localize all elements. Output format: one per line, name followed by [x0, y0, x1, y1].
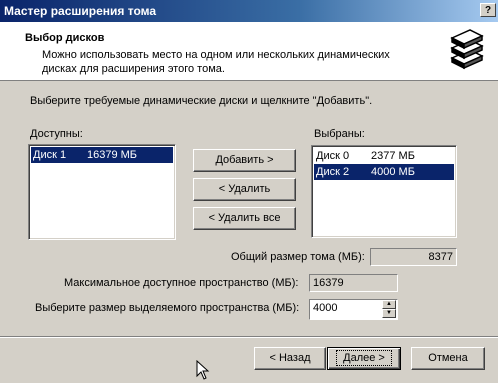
next-button-label: Далее >	[336, 350, 392, 366]
title-bar: Мастер расширения тома ?	[0, 0, 498, 22]
wizard-header: Выбор дисков Можно использовать место на…	[0, 22, 498, 81]
selected-disks-list[interactable]: Диск 0 2377 МБ Диск 2 4000 МБ	[311, 145, 457, 238]
available-disks-list[interactable]: Диск 1 16379 МБ	[28, 144, 176, 240]
spin-down-icon[interactable]: ▼	[382, 309, 396, 318]
list-item[interactable]: Диск 1 16379 МБ	[31, 147, 173, 163]
max-space-value: 16379	[309, 274, 398, 292]
list-item[interactable]: Диск 0 2377 МБ	[314, 148, 454, 164]
available-label: Доступны:	[30, 128, 83, 140]
cancel-button[interactable]: Отмена	[411, 347, 485, 370]
remove-all-button[interactable]: < Удалить все	[193, 207, 296, 230]
alloc-size-label: Выберите размер выделяемого пространства…	[35, 302, 300, 314]
list-item[interactable]: Диск 2 4000 МБ	[314, 164, 454, 180]
selected-label: Выбраны:	[314, 128, 365, 140]
add-button[interactable]: Добавить >	[193, 149, 296, 172]
total-size-value: 8377	[370, 248, 457, 266]
alloc-size-spinner[interactable]: 4000 ▲ ▼	[309, 299, 398, 320]
alloc-size-input[interactable]: 4000	[313, 302, 337, 314]
remove-button[interactable]: < Удалить	[193, 178, 296, 201]
footer-divider	[0, 336, 498, 338]
instruction-text: Выберите требуемые динамические диски и …	[30, 95, 373, 107]
help-button[interactable]: ?	[480, 3, 496, 17]
total-size-label: Общий размер тома (МБ):	[231, 251, 365, 263]
window-title: Мастер расширения тома	[4, 4, 157, 18]
mouse-pointer-icon	[196, 359, 210, 380]
max-space-label: Максимальное доступное пространство (МБ)…	[64, 277, 299, 289]
disks-stack-icon	[444, 28, 490, 74]
header-description: Можно использовать место на одном или не…	[42, 49, 390, 75]
header-title: Выбор дисков	[25, 32, 105, 44]
back-button[interactable]: < Назад	[254, 347, 326, 370]
spin-up-icon[interactable]: ▲	[382, 300, 396, 309]
next-button[interactable]: Далее >	[327, 347, 401, 370]
